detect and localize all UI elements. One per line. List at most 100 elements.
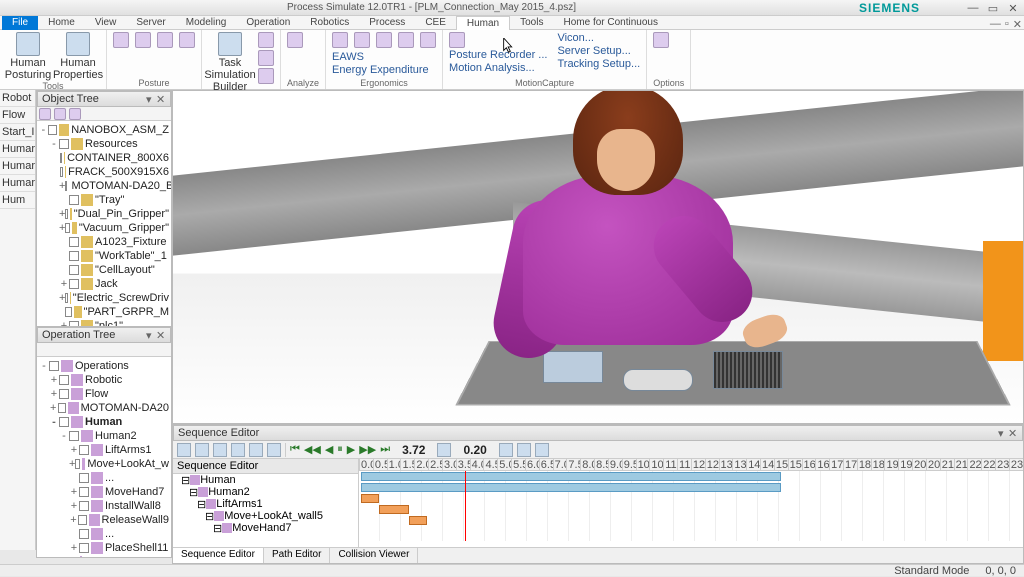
seq-tool-icon[interactable] [499,443,513,457]
ribbon-tab-process[interactable]: Process [359,16,415,30]
pin-icon[interactable]: ▾ [998,427,1008,440]
op-node[interactable]: +Flow [39,387,169,401]
server-setup-link[interactable]: Server Setup... [557,45,640,57]
pin-icon[interactable]: ▾ [146,93,156,106]
minimize-button[interactable]: — [966,2,980,14]
gantt-area[interactable]: 0.00.51.01.52.02.53.03.54.04.55.05.56.06… [359,459,1023,547]
ribbon-tab-home-for-continuous[interactable]: Home for Continuous [553,16,668,30]
doc-restore-icon[interactable]: ▫ [1005,18,1009,31]
op-node[interactable]: -Human2 [39,429,169,443]
tree-tool-icon[interactable] [69,108,81,120]
tree-node[interactable]: "CellLayout" [39,263,169,277]
operation-tree-header[interactable]: Operation Tree ▾ ✕ [37,327,171,343]
op-node[interactable]: ... [39,527,169,541]
operation-tree-body[interactable]: -Operations+Robotic+Flow+MOTOMAN-DA20 -Hu… [37,357,171,557]
posture-icon-3[interactable] [157,32,173,48]
tree-node[interactable]: +"Vacuum_Gripper" [39,221,169,235]
human-posturing-button[interactable]: Human Posturing [6,32,50,81]
tree-node[interactable]: +"Dual_Pin_Gripper" [39,207,169,221]
posture-recorder-link[interactable]: Posture Recorder ... [449,49,547,61]
gantt-bar-movehand[interactable] [409,516,427,525]
play-button[interactable]: ▶ [347,443,355,456]
ergo-icon-3[interactable] [376,32,392,48]
ergo-icon-5[interactable] [420,32,436,48]
maximize-button[interactable]: ▭ [986,2,1000,14]
op-node[interactable]: +PlaceShell11 [39,541,169,555]
gantt-chart[interactable] [359,471,1023,541]
op-node[interactable]: +Robotic [39,373,169,387]
tree-tool-icon[interactable] [54,108,66,120]
posture-icon-1[interactable] [113,32,129,48]
op-node[interactable]: +AssembleShell12 [39,555,169,557]
pause-button[interactable]: ⏸ [337,443,343,456]
vicon-link[interactable]: Vicon... [557,32,640,44]
gantt-bar-liftarms1[interactable] [361,494,379,503]
step-fwd-button[interactable]: ▶▶ [359,443,376,456]
seq-tool-icon[interactable] [177,443,191,457]
ribbon-tab-operation[interactable]: Operation [236,16,300,30]
seq-row[interactable]: ⊟ MoveHand7 [173,522,358,534]
analyze-icon[interactable] [287,32,303,48]
task-sim-builder-button[interactable]: Task Simulation Builder [208,32,252,93]
tab-collision-viewer[interactable]: Collision Viewer [330,548,418,563]
tree-tool-icon[interactable] [39,108,51,120]
mocap-icon[interactable] [449,32,465,48]
tree-node[interactable]: "PART_GRPR_M [39,305,169,319]
ribbon-tab-home[interactable]: Home [38,16,85,30]
tree-node[interactable]: +MOTOMAN-DA20_B [39,179,169,193]
op-node[interactable]: -Operations [39,359,169,373]
left-tab[interactable]: Start_I [0,124,35,141]
sequence-row-list[interactable]: Sequence Editor ⊟ Human⊟ Human2⊟ LiftArm… [173,459,359,547]
object-tree-header[interactable]: Object Tree ▾ ✕ [37,91,171,107]
sim-icon-1[interactable] [258,32,274,48]
posture-icon-4[interactable] [179,32,195,48]
ribbon-tab-robotics[interactable]: Robotics [300,16,359,30]
sim-icon-2[interactable] [258,50,274,66]
tree-node[interactable]: -NANOBOX_ASM_Z [39,123,169,137]
op-node[interactable]: +LiftArms1 [39,443,169,457]
human-properties-button[interactable]: Human Properties [56,32,100,81]
ergo-icon-4[interactable] [398,32,414,48]
tree-node[interactable]: "Tray" [39,193,169,207]
eaws-link[interactable]: EAWS [332,51,436,63]
tree-node[interactable]: +Jack [39,277,169,291]
ergo-icon-1[interactable] [332,32,348,48]
options-icon[interactable] [653,32,669,48]
op-node[interactable]: +MOTOMAN-DA20 [39,401,169,415]
seq-tool-icon[interactable] [195,443,209,457]
doc-min-icon[interactable]: — [990,18,1001,31]
gantt-bar-human2[interactable] [361,483,781,492]
zoom-fit-icon[interactable] [249,443,263,457]
seq-row[interactable]: ⊟ Human [173,474,358,486]
pin-icon[interactable]: ▾ [146,329,156,342]
play-reverse-button[interactable]: ◀ [325,443,333,456]
seq-tool-icon[interactable] [267,443,281,457]
panel-close-icon[interactable]: ✕ [1008,427,1018,440]
gantt-bar-movelook[interactable] [379,505,409,514]
panel-close-icon[interactable]: ✕ [156,93,166,106]
zoom-out-icon[interactable] [231,443,245,457]
op-node[interactable]: +ReleaseWall9 [39,513,169,527]
tree-node[interactable]: -Resources [39,137,169,151]
ribbon-tab-view[interactable]: View [85,16,127,30]
left-tab[interactable]: Humar [0,141,35,158]
ribbon-tab-file[interactable]: File [2,16,38,30]
tab-sequence-editor[interactable]: Sequence Editor [173,548,264,563]
time-slider-icon[interactable] [437,443,451,457]
op-node[interactable]: +InstallWall8 [39,499,169,513]
ribbon-tab-modeling[interactable]: Modeling [176,16,237,30]
jump-start-button[interactable]: ⏮ [290,443,300,456]
ribbon-tab-server[interactable]: Server [126,16,175,30]
op-node[interactable]: +MoveHand7 [39,485,169,499]
close-button[interactable]: ✕ [1006,2,1020,14]
left-tab[interactable]: Humar [0,175,35,192]
left-tab[interactable]: Robot [0,90,35,107]
tab-path-editor[interactable]: Path Editor [264,548,330,563]
left-tab[interactable]: Flow [0,107,35,124]
seq-row[interactable]: ⊟ LiftArms1 [173,498,358,510]
tracking-setup-link[interactable]: Tracking Setup... [557,58,640,70]
playhead[interactable] [465,471,466,541]
left-tab[interactable]: Humar [0,158,35,175]
seq-row[interactable]: ⊟ Move+LookAt_wall5 [173,510,358,522]
zoom-in-icon[interactable] [213,443,227,457]
